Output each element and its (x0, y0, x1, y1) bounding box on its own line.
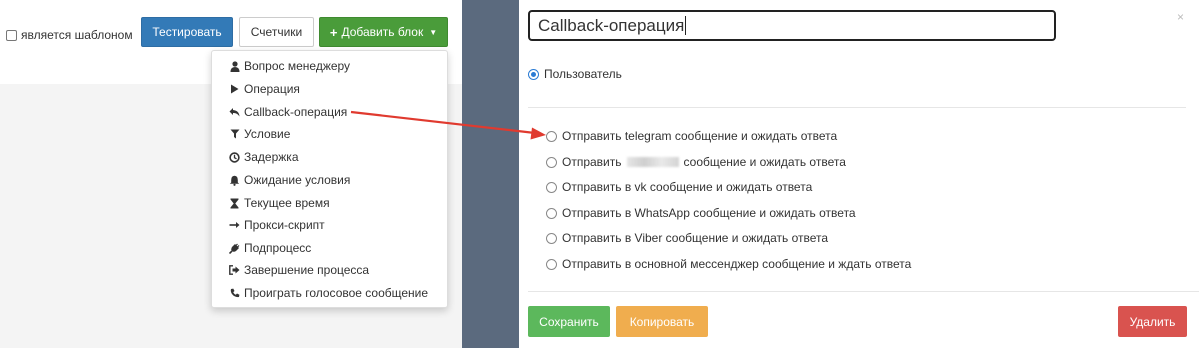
menu-item-callback-operation[interactable]: Callback-операция (229, 103, 347, 121)
radio-viber-label: Отправить в Viber сообщение и ожидать от… (562, 231, 829, 245)
is-template-label: является шаблоном (21, 28, 133, 42)
menu-item-label: Вопрос менеджеру (244, 59, 351, 73)
hourglass-icon (229, 198, 240, 209)
redacted-text (626, 157, 679, 167)
menu-item-subprocess[interactable]: Подпроцесс (229, 239, 311, 257)
menu-item-wait-condition[interactable]: Ожидание условия (229, 171, 350, 189)
footer-separator (528, 291, 1199, 292)
radio-redacted-messenger[interactable]: Отправить сообщение и ожидать ответа (546, 155, 846, 169)
add-block-label: Добавить блок (341, 25, 424, 39)
menu-item-label: Ожидание условия (244, 173, 351, 187)
radio-button[interactable] (546, 232, 557, 244)
menu-item-current-time[interactable]: Текущее время (229, 194, 330, 212)
user-icon (229, 60, 240, 72)
close-icon[interactable]: × (1177, 10, 1184, 24)
delete-button[interactable]: Удалить (1118, 306, 1187, 337)
menu-item-label: Прокси-скрипт (244, 218, 325, 232)
radio-viber[interactable]: Отправить в Viber сообщение и ожидать от… (546, 231, 828, 245)
sign-out-icon (229, 265, 240, 275)
radio-button[interactable] (546, 156, 557, 168)
plus-icon: + (329, 24, 338, 40)
radio-button[interactable] (546, 258, 557, 270)
radio-main-messenger[interactable]: Отправить в основной мессенджер сообщени… (546, 257, 911, 271)
block-title-value: Callback-операция (538, 15, 685, 35)
add-block-dropdown-menu: Вопрос менеджеру Операция Callback-опера… (211, 50, 448, 308)
menu-item-label: Callback-операция (244, 105, 348, 119)
menu-item-label: Завершение процесса (244, 263, 370, 277)
is-template-checkbox[interactable]: является шаблоном (6, 28, 133, 42)
radio-whatsapp-label: Отправить в WhatsApp сообщение и ожидать… (562, 206, 856, 220)
menu-item-delay[interactable]: Задержка (229, 148, 299, 166)
radio-telegram-label: Отправить telegram сообщение и ожидать о… (562, 129, 838, 143)
menu-item-label: Текущее время (244, 196, 330, 210)
radio-vk[interactable]: Отправить в vk сообщение и ожидать ответ… (546, 180, 812, 194)
menu-item-label: Проиграть голосовое сообщение (244, 286, 429, 300)
radio-user[interactable]: Пользователь (528, 67, 622, 81)
menu-item-label: Условие (244, 127, 291, 141)
radio-button[interactable] (546, 207, 557, 219)
filter-icon (229, 129, 240, 139)
menu-item-operation[interactable]: Операция (229, 80, 300, 98)
radio-button-checked[interactable] (528, 68, 539, 80)
bell-icon (229, 175, 240, 186)
radio-main-messenger-label: Отправить в основной мессенджер сообщени… (562, 257, 912, 271)
block-editor-dialog: Callback-операция × Пользователь Отправи… (519, 0, 1199, 348)
radio-redacted-label-end: сообщение и ожидать ответа (683, 155, 846, 169)
counters-button[interactable]: Счетчики (239, 17, 314, 47)
clock-icon (229, 151, 240, 163)
menu-item-condition[interactable]: Условие (229, 125, 290, 143)
menu-item-proxy-script[interactable]: Прокси-скрипт (229, 216, 325, 234)
radio-button[interactable] (546, 181, 557, 193)
menu-item-play-voice-message[interactable]: Проиграть голосовое сообщение (229, 284, 428, 302)
menu-item-manager-question[interactable]: Вопрос менеджеру (229, 57, 350, 75)
save-button[interactable]: Сохранить (528, 306, 610, 337)
radio-telegram[interactable]: Отправить telegram сообщение и ожидать о… (546, 129, 837, 143)
copy-button[interactable]: Копировать (616, 306, 708, 337)
phone-icon (229, 288, 240, 298)
reply-icon (229, 107, 240, 117)
play-icon (229, 84, 240, 94)
radio-vk-label: Отправить в vk сообщение и ожидать ответ… (562, 180, 813, 194)
test-button[interactable]: Тестировать (141, 17, 233, 47)
menu-item-label: Подпроцесс (244, 241, 312, 255)
section-separator (528, 107, 1186, 108)
add-block-button[interactable]: + Добавить блок ▼ (319, 17, 448, 47)
caret-down-icon: ▼ (429, 27, 438, 37)
panel-divider (462, 0, 519, 348)
menu-item-label: Задержка (244, 150, 299, 164)
long-arrow-icon (229, 221, 240, 229)
text-cursor (685, 16, 687, 35)
block-title-input[interactable]: Callback-операция (528, 10, 1056, 41)
radio-whatsapp[interactable]: Отправить в WhatsApp сообщение и ожидать… (546, 206, 856, 220)
checkbox-box[interactable] (6, 29, 17, 41)
menu-item-label: Операция (244, 82, 300, 96)
radio-user-label: Пользователь (544, 67, 622, 81)
menu-item-process-end[interactable]: Завершение процесса (229, 261, 369, 279)
radio-button[interactable] (546, 130, 557, 142)
radio-redacted-label-start: Отправить (562, 155, 622, 169)
plug-icon (229, 243, 240, 254)
